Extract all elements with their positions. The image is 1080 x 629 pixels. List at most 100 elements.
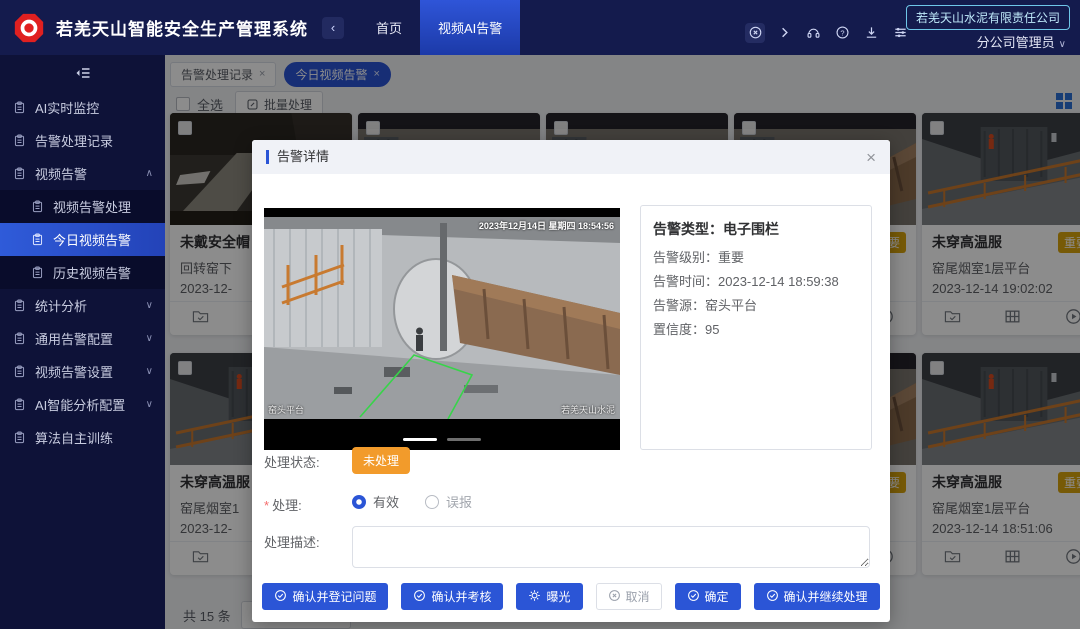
download-icon[interactable] [861, 23, 881, 43]
app-header: 若羌天山智能安全生产管理系统 ‹ 首页 视频AI告警 ? 若羌天山水泥有限责任公… [0, 0, 1080, 55]
modal-button-6[interactable]: 确认并继续处理 [754, 583, 880, 610]
clipboard-icon [13, 431, 27, 445]
app-logo-icon [12, 11, 46, 45]
sidebar-item[interactable]: 视频告警设置∨ [0, 355, 165, 388]
close-circle-icon [608, 589, 621, 605]
alarm-confidence: 置信度：95 [653, 318, 859, 342]
radio-icon [425, 495, 439, 509]
top-nav-home[interactable]: 首页 [358, 0, 420, 55]
handle-description-input[interactable] [352, 526, 870, 568]
sidebar: AI实时监控告警处理记录视频告警 ∧ 视频告警处理今日视频告警历史视频告警统计分析 ∨… [0, 55, 165, 629]
header-right: ? 若羌天山水泥有限责任公司 分公司管理员∨ [745, 0, 1080, 55]
description-label: 处理描述: [264, 532, 320, 551]
main-content: 告警处理记录×今日视频告警× 全选 批量处理 未戴安全帽回转窑下2023-12-… [165, 55, 1080, 629]
sidebar-item-label: 视频告警设置 [35, 362, 113, 381]
clipboard-icon [13, 332, 27, 346]
svg-text:?: ? [840, 28, 844, 37]
modal-button-2[interactable]: 确认并考核 [401, 583, 503, 610]
alarm-detail-panel: 告警类型：电子围栏 告警级别：重要 告警时间：2023-12-14 18:59:… [640, 205, 872, 450]
user-role-menu[interactable]: 分公司管理员∨ [977, 32, 1066, 51]
sidebar-item-label: 今日视频告警 [53, 230, 131, 249]
sidebar-collapse-button[interactable] [0, 55, 165, 91]
handle-label: *处理: [264, 495, 302, 514]
modal-title: 告警详情 [266, 150, 329, 164]
radio-icon [352, 495, 366, 509]
camera-image [264, 217, 620, 419]
app-title: 若羌天山智能安全生产管理系统 [56, 15, 308, 40]
help-icon[interactable]: ? [832, 23, 852, 43]
check-circle-icon [766, 589, 779, 605]
chevron-down-icon: ∨ [1059, 39, 1066, 50]
camera-label-right: 若羌天山水泥 [561, 403, 615, 416]
clipboard-icon [31, 233, 45, 247]
sidebar-item[interactable]: 告警处理记录 [0, 124, 165, 157]
company-selector[interactable]: 若羌天山水泥有限责任公司 [906, 5, 1070, 30]
sidebar-item[interactable]: AI智能分析配置∨ [0, 388, 165, 421]
sidebar-subitem[interactable]: 历史视频告警 [0, 256, 165, 289]
alarm-snapshot-viewer: 2023年12月14日 星期四 18:54:56 窑头平台 若羌天山水泥 [264, 208, 620, 450]
sidebar-item[interactable]: 统计分析 ∨ [0, 289, 165, 322]
clipboard-icon [13, 299, 27, 313]
clipboard-icon [13, 398, 27, 412]
top-nav-video-ai[interactable]: 视频AI告警 [420, 0, 520, 55]
check-circle-icon [687, 589, 700, 605]
modal-button-3[interactable]: 曝光 [516, 583, 582, 610]
sidebar-item-label: 历史视频告警 [53, 263, 131, 282]
sidebar-item-label: 统计分析 [35, 296, 87, 315]
sidebar-item[interactable]: 视频告警 ∧ [0, 157, 165, 190]
header-icons: ? [745, 23, 910, 43]
sidebar-item-label: 告警处理记录 [35, 131, 113, 150]
radio-valid[interactable]: 有效 [352, 492, 399, 511]
alarm-detail-modal: 告警详情 × 202 [252, 140, 890, 622]
status-label: 处理状态: [264, 452, 320, 471]
chevron-down-icon: ∨ [146, 333, 153, 344]
exit-fullscreen-icon[interactable] [745, 23, 765, 43]
clipboard-icon [13, 101, 27, 115]
modal-header: 告警详情 × [252, 140, 890, 174]
clipboard-icon [31, 200, 45, 214]
required-asterisk: * [264, 498, 269, 513]
sidebar-item[interactable]: 算法自主训练 [0, 421, 165, 454]
sidebar-item-label: AI实时监控 [35, 98, 99, 117]
camera-label-left: 窑头平台 [268, 403, 304, 416]
sidebar-subitem[interactable]: 今日视频告警 [0, 223, 165, 256]
clipboard-icon [13, 134, 27, 148]
modal-button-1[interactable]: 确认并登记问题 [262, 583, 388, 610]
clipboard-icon [31, 266, 45, 280]
sidebar-item[interactable]: AI实时监控 [0, 91, 165, 124]
carousel-dot[interactable] [447, 438, 481, 441]
sidebar-item-label: 通用告警配置 [35, 329, 113, 348]
close-icon[interactable]: × [866, 149, 876, 166]
sidebar-item-label: 视频告警处理 [53, 197, 131, 216]
alarm-level: 告警级别：重要 [653, 246, 859, 270]
sidebar-submenu: 视频告警处理今日视频告警历史视频告警 [0, 190, 165, 289]
modal-button-4[interactable]: 取消 [596, 583, 662, 610]
carousel-dots [264, 438, 620, 441]
status-badge: 未处理 [352, 447, 410, 474]
arrow-right-icon[interactable] [774, 23, 794, 43]
sidebar-item-label: 视频告警 [35, 164, 87, 183]
check-circle-icon [274, 589, 287, 605]
chevron-down-icon: ∨ [146, 300, 153, 311]
sidebar-subitem[interactable]: 视频告警处理 [0, 190, 165, 223]
headset-icon[interactable] [803, 23, 823, 43]
camera-timestamp: 2023年12月14日 星期四 18:54:56 [479, 219, 614, 232]
alarm-source: 告警源：窑头平台 [653, 294, 859, 318]
alarm-time: 告警时间：2023-12-14 18:59:38 [653, 270, 859, 294]
sidebar-menu: AI实时监控告警处理记录视频告警 ∧ 视频告警处理今日视频告警历史视频告警统计分析 ∨… [0, 91, 165, 454]
handle-radio-group: 有效 误报 [352, 492, 472, 511]
radio-false-alarm[interactable]: 误报 [425, 492, 472, 511]
top-nav: 首页 视频AI告警 [358, 0, 520, 55]
sun-icon [528, 589, 541, 605]
chevron-up-icon: ∧ [146, 168, 153, 179]
alarm-type: 告警类型：电子围栏 [653, 219, 859, 239]
nav-back-button[interactable]: ‹ [322, 17, 344, 39]
chevron-down-icon: ∨ [146, 399, 153, 410]
clipboard-icon [13, 167, 27, 181]
carousel-dot[interactable] [403, 438, 437, 441]
sidebar-item-label: 算法自主训练 [35, 428, 113, 447]
sidebar-item[interactable]: 通用告警配置 ∨ [0, 322, 165, 355]
check-circle-icon [413, 589, 426, 605]
modal-button-5[interactable]: 确定 [675, 583, 741, 610]
clipboard-icon [13, 365, 27, 379]
